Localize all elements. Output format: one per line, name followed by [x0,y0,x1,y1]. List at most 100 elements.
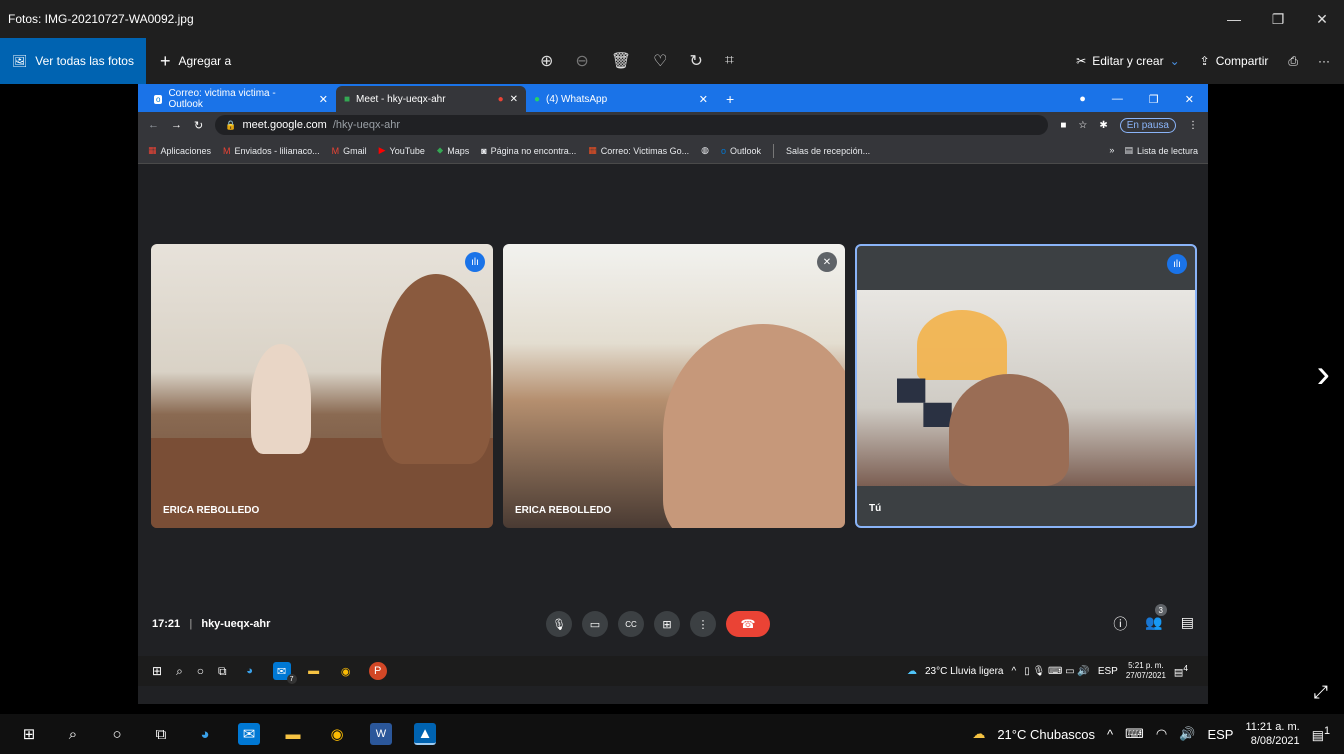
close-button[interactable]: ✕ [1300,0,1344,38]
bookmark-globe[interactable]: ◍ [701,145,709,156]
bookmark-gmail[interactable]: M Gmail [332,146,367,156]
people-button[interactable]: 👥 3 [1145,604,1167,634]
bookmark-maps[interactable]: ⬥ Maps [437,145,469,156]
bookmark-youtube[interactable]: ▶ YouTube [379,145,425,156]
zoom-out-icon[interactable]: ⊖ [575,51,588,71]
chevron-up-icon[interactable]: ^ [1011,666,1016,677]
windows-start-icon[interactable]: ⊞ [18,723,40,745]
chrome-icon[interactable]: ◉ [326,723,348,745]
chat-icon[interactable]: ▤ [1181,614,1194,634]
browser-close-icon[interactable]: ✕ [1185,93,1194,106]
bookmark-sent[interactable]: M Enviados - lilianaco... [223,146,320,156]
task-view-icon[interactable]: ⧉ [218,664,227,679]
participant-tile-1[interactable]: ılı ERICA REBOLLEDO [151,244,493,528]
tab-meet[interactable]: ■ Meet - hky-ueqx-ahr ● ✕ [336,86,526,112]
mail-icon[interactable]: ✉ 7 [272,662,297,684]
more-options-button[interactable]: ⋮ [690,611,716,637]
volume-icon[interactable]: 🔊 [1179,726,1195,742]
inner-language[interactable]: ESP [1098,666,1118,677]
more-bookmarks-icon[interactable]: » [1109,145,1114,156]
tab-whatsapp[interactable]: ● (4) WhatsApp ✕ [526,86,716,112]
video-person [251,344,311,454]
bookmark-outlook[interactable]: o Outlook [721,146,761,156]
bookmark-not-found[interactable]: ◙ Página no encontra... [481,146,576,156]
photos-app-icon[interactable]: ▲ [414,723,436,745]
inner-weather[interactable]: 23°C Lluvia ligera [925,666,1004,677]
add-to-button[interactable]: + Agregar a [146,51,245,72]
captions-button[interactable]: CC [618,611,644,637]
share-button[interactable]: ⇪ Compartir [1200,54,1269,68]
new-tab-button[interactable]: + [716,86,744,112]
rotate-icon[interactable]: ↻ [689,51,702,71]
notifications-icon[interactable]: ▤4 [1174,663,1188,678]
microphone-button[interactable]: 🎙 [546,611,572,637]
info-icon[interactable]: ⓘ [1113,614,1127,634]
clock[interactable]: 11:21 a. m. 8/08/2021 [1245,720,1299,748]
present-button[interactable]: ⊞ [654,611,680,637]
browser-maximize-icon[interactable]: ❐ [1149,93,1159,106]
close-tab-icon[interactable]: ✕ [699,93,708,106]
wifi-icon[interactable]: ◠ [1156,726,1167,742]
profile-dot-icon[interactable]: ● [1079,93,1086,105]
favorite-heart-icon[interactable]: ♡ [653,51,667,71]
browser-menu-icon[interactable]: ⋮ [1188,120,1198,131]
windows-start-icon[interactable]: ⊞ [152,664,162,678]
more-options-button[interactable]: ··· [1318,54,1330,68]
camera-icon[interactable]: ■ [1060,120,1066,131]
extensions-puzzle-icon[interactable]: ✱ [1099,120,1107,131]
edit-create-button[interactable]: ✂ Editar y crear ⌄ [1076,54,1179,68]
profile-paused-button[interactable]: En pausa [1119,117,1176,133]
browser-minimize-icon[interactable]: — [1112,93,1123,105]
bookmark-victimas[interactable]: ▦ Correo: Victimas Go... [588,145,689,156]
file-explorer-icon[interactable]: ▬ [282,723,304,745]
divider: | [189,618,193,630]
chevron-up-icon[interactable]: ^ [1107,727,1113,742]
cortana-icon[interactable]: ○ [106,723,128,745]
meeting-code: hky-ueqx-ahr [201,618,271,630]
search-icon[interactable]: ⌕ [62,723,84,745]
inner-clock[interactable]: 5:21 p. m. 27/07/2021 [1126,661,1166,681]
edge-icon[interactable]: ◕ [241,662,259,680]
video-person [949,374,1069,486]
chrome-icon[interactable]: ◉ [337,662,355,680]
crop-icon[interactable]: ⌗ [725,52,734,70]
star-bookmark-icon[interactable]: ☆ [1078,120,1087,131]
edge-icon[interactable]: ◕ [194,723,216,745]
minimize-button[interactable]: — [1212,0,1256,38]
tab-outlook[interactable]: o Correo: victima victima - Outlook ✕ [146,86,336,112]
bookmark-lobby[interactable]: Salas de recepción... [786,146,870,156]
close-tab-icon[interactable]: ✕ [319,93,328,106]
youtube-icon: ▶ [378,145,386,155]
zoom-in-icon[interactable]: ⊕ [540,51,553,71]
cortana-icon[interactable]: ○ [197,664,204,678]
maximize-button[interactable]: ❐ [1256,0,1300,38]
fullscreen-expand-icon[interactable]: ⤢ [1314,682,1328,703]
bookmark-apps[interactable]: ▦ Aplicaciones [148,145,211,156]
language[interactable]: ESP [1207,727,1233,742]
end-call-button[interactable]: ☎ [726,611,770,637]
print-icon[interactable]: ⎙ [1288,54,1298,69]
forward-icon[interactable]: → [171,119,182,131]
keyboard-icon[interactable]: ⌨ [1125,726,1144,742]
notifications-icon[interactable]: ▤1 [1312,725,1330,743]
close-tab-icon[interactable]: ✕ [510,94,518,105]
reload-icon[interactable]: ↻ [194,119,203,132]
powerpoint-icon[interactable]: P [368,662,387,680]
delete-icon[interactable]: 🗑 [611,51,631,71]
search-icon[interactable]: ⌕ [176,664,183,679]
gmail-icon: M [331,145,340,156]
mail-icon[interactable]: ✉ [238,723,260,745]
url-input[interactable]: 🔒 meet.google.com/hky-ueqx-ahr [215,115,1049,135]
reading-list-button[interactable]: ▤ Lista de lectura [1124,145,1198,156]
view-all-photos-button[interactable]: 🖼 Ver todas las fotos [0,38,146,84]
inner-system-tray: ☁ 23°C Lluvia ligera ^ ▯ 🎙 ⌨ ▭ 🔊 ESP 5:2… [907,661,1208,681]
task-view-icon[interactable]: ⧉ [150,723,172,745]
camera-button[interactable]: ▭ [582,611,608,637]
next-photo-chevron-icon[interactable]: › [1317,352,1330,397]
weather[interactable]: 21°C Chubascos [997,727,1095,742]
participant-tile-self[interactable]: ▀▄ ılı Tú [855,244,1197,528]
back-icon[interactable]: ← [148,119,159,131]
word-icon[interactable]: W [370,723,392,745]
file-explorer-icon[interactable]: ▬ [305,662,323,680]
participant-tile-2[interactable]: ✕ ERICA REBOLLEDO [503,244,845,528]
